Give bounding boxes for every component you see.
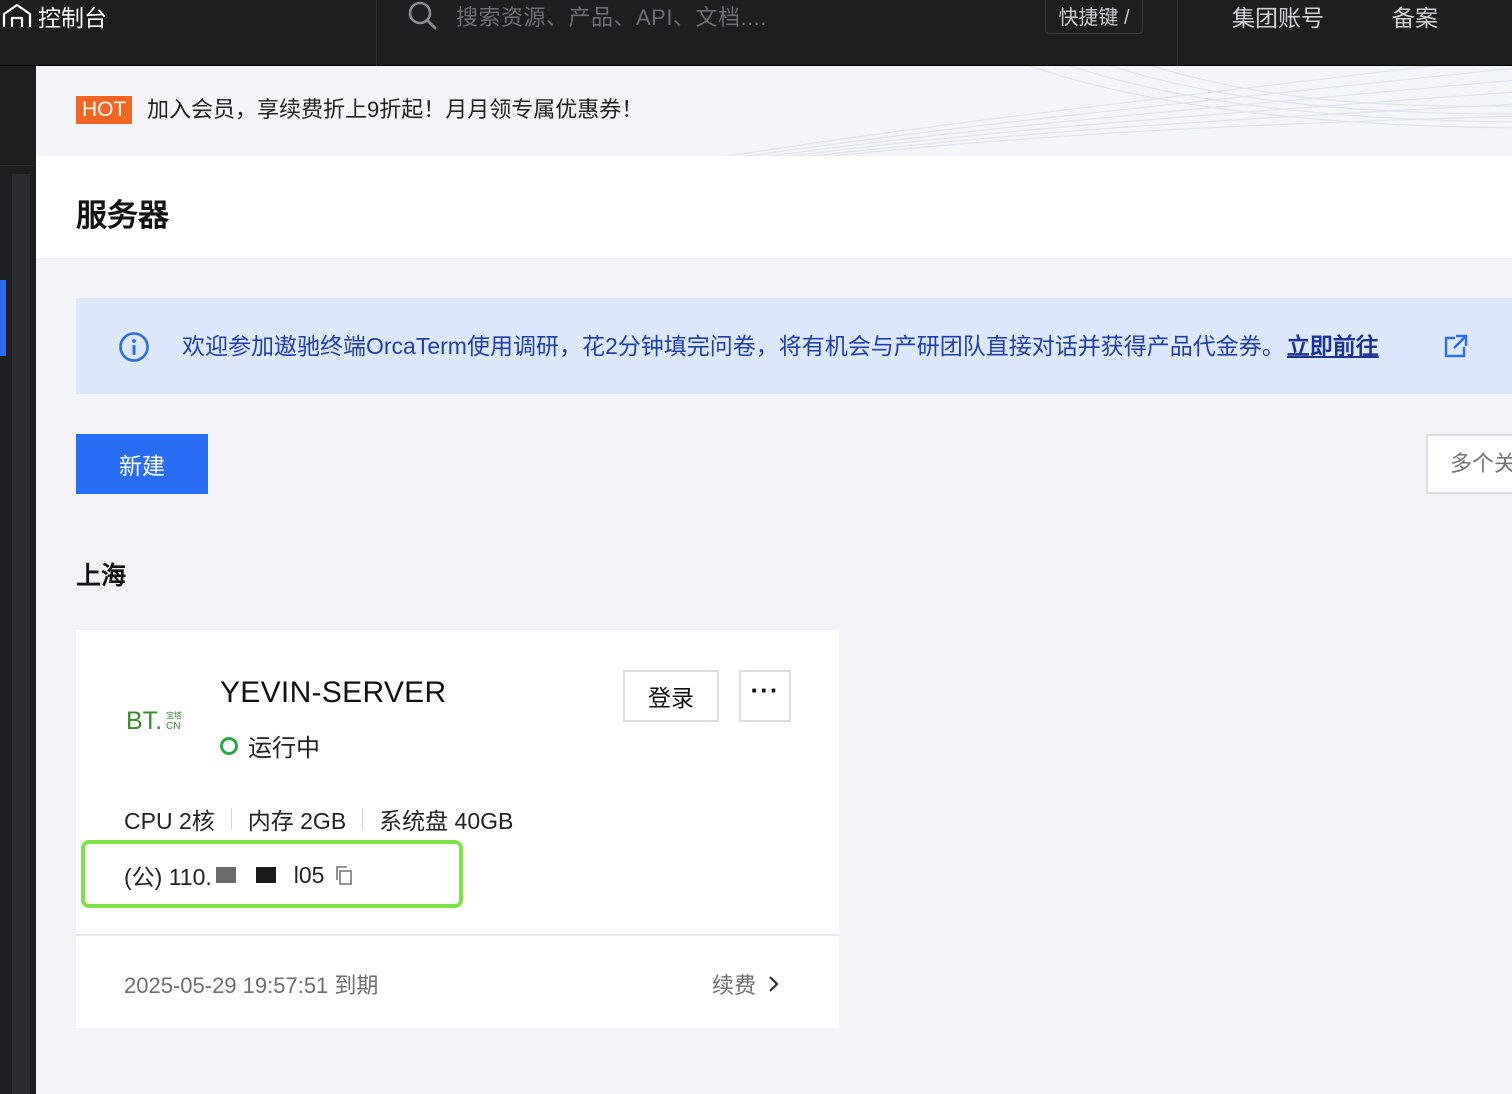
sidebar-header [0,66,36,166]
card-divider [76,934,839,936]
external-link-icon[interactable] [1444,334,1468,358]
decorative-waves [724,66,1512,156]
renew-label: 续费 [712,973,757,998]
topbar-divider [376,0,377,66]
region-title: 上海 [76,562,127,590]
notice-go-link[interactable]: 立即前往 [1287,333,1379,359]
more-actions-button[interactable]: ··· [739,670,791,722]
public-ip: (公) 110. l05 [124,858,354,892]
info-icon [119,332,149,362]
new-server-button[interactable]: 新建 [76,434,208,494]
expire-time: 2025-05-29 19:57:51 到期 [124,973,379,998]
spec-divider [362,808,364,830]
ip-redaction [255,867,276,883]
ip-prefix: (公) 110. [124,864,212,890]
status-text: 运行中 [248,735,320,762]
nav-filing[interactable]: 备案 [1392,0,1438,32]
nav-group-account[interactable]: 集团账号 [1232,0,1324,32]
shortcut-key-button[interactable]: 快捷键 / [1045,0,1143,34]
sidebar-active-indicator [0,280,6,356]
logo-small-bottom: CN [166,721,180,732]
server-card: BT. 宝塔 CN YEVIN-SERVER 运行中 登录 ··· CPU 2核… [76,630,839,1028]
search-icon [408,1,437,30]
logo-text: BT. [126,707,162,735]
page-title: 服务器 [76,198,169,233]
notice-text: 欢迎参加遨驰终端OrcaTerm使用调研，花2分钟填完问卷，将有机会与产研团队直… [182,333,1285,359]
bt-panel-logo: BT. 宝塔 CN [126,707,182,735]
console-label: 控制台 [38,5,107,31]
main-content: HOT 加入会员，享续费折上9折起！月月领专属优惠券！ 服务器 欢迎参加遨驰终端… [36,66,1512,1094]
left-sidebar [0,66,36,1094]
server-status: 运行中 [220,728,320,763]
sidebar-scroll-track[interactable] [12,174,30,1094]
page-header: 服务器 [36,156,1512,258]
login-button[interactable]: 登录 [623,670,719,722]
chevron-right-icon [769,976,779,992]
ip-suffix: l05 [293,861,325,888]
global-search[interactable]: 搜索资源、产品、API、文档.... [406,0,767,32]
spec-cpu: CPU 2核 [124,808,215,834]
spec-divider [230,808,232,830]
promo-banner[interactable]: HOT 加入会员，享续费折上9折起！月月领专属优惠券！ [36,66,1512,156]
server-specs: CPU 2核 内存 2GB 系统盘 40GB [124,802,513,836]
spec-disk: 系统盘 40GB [379,808,514,834]
top-navbar: 控制台 搜索资源、产品、API、文档.... 快捷键 / 集团账号 备案 [0,0,1512,66]
spec-memory: 内存 2GB [247,808,347,834]
ip-redaction [215,867,236,883]
filter-input[interactable] [1426,434,1512,494]
home-icon [2,3,32,27]
logo-small-top: 宝塔 [166,710,182,720]
topbar-divider [1177,0,1178,66]
console-home-link[interactable]: 控制台 [0,0,107,32]
server-name[interactable]: YEVIN-SERVER [220,676,446,710]
hot-badge: HOT [76,96,133,124]
survey-notice: 欢迎参加遨驰终端OrcaTerm使用调研，花2分钟填完问卷，将有机会与产研团队直… [76,298,1512,394]
running-status-icon [220,736,238,755]
renew-link[interactable]: 续费 [712,968,782,1000]
copy-icon[interactable] [334,864,354,886]
search-placeholder: 搜索资源、产品、API、文档.... [456,5,767,30]
promo-text: 加入会员，享续费折上9折起！月月领专属优惠券！ [147,97,644,122]
notice-message: 欢迎参加遨驰终端OrcaTerm使用调研，花2分钟填完问卷，将有机会与产研团队直… [182,330,1379,362]
